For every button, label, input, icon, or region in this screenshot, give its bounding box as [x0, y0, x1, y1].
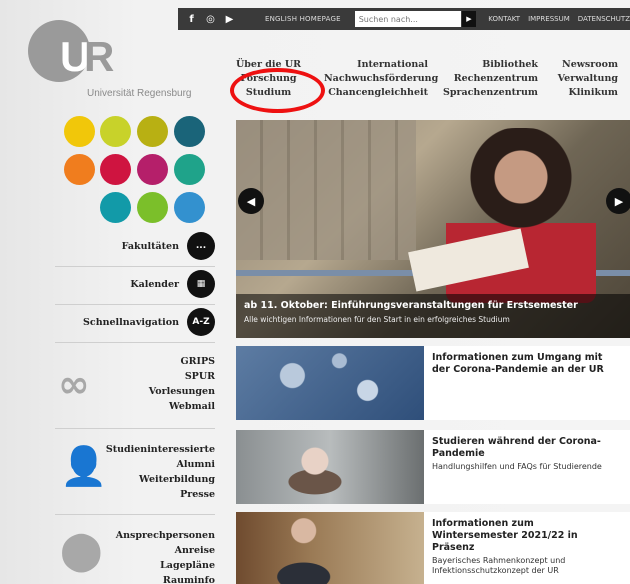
slider-next-button[interactable]: ▶: [606, 188, 630, 214]
location-pin-icon: ⬤: [60, 528, 103, 572]
lageplaene-link[interactable]: Lagepläne: [116, 558, 215, 573]
nav-rechenzentrum[interactable]: Rechenzentrum: [434, 72, 538, 86]
person-icon: 👤: [60, 444, 108, 488]
more-dots-icon: ...: [187, 232, 215, 260]
calendar-icon: ▦: [187, 270, 215, 298]
color-dot[interactable]: [174, 116, 205, 147]
studieninteressierte-link[interactable]: Studieninteressierte: [106, 442, 215, 457]
student-mask-image: [236, 430, 424, 504]
chevron-right-icon: ▶: [614, 194, 624, 208]
news-item[interactable]: Informationen zum Umgang mit der Corona-…: [236, 346, 630, 420]
news-text: Informationen zum Umgang mit der Corona-…: [424, 346, 630, 420]
nav-international[interactable]: International: [324, 58, 428, 72]
grips-link[interactable]: GRIPS: [149, 354, 215, 369]
color-dot[interactable]: [64, 116, 95, 147]
color-dot[interactable]: [137, 192, 168, 223]
news-title: Informationen zum Umgang mit der Corona-…: [432, 352, 604, 375]
social-links: f ◎ ▶: [184, 12, 237, 26]
color-dot[interactable]: [100, 154, 131, 185]
search-button[interactable]: ▶: [461, 11, 477, 27]
hero-building: [236, 120, 416, 260]
slider-prev-button[interactable]: ◀: [238, 188, 264, 214]
news-text: Studieren während der Corona-Pandemie Ha…: [424, 430, 630, 504]
search-input[interactable]: [354, 11, 461, 27]
fakultaeten-item[interactable]: Fakultäten ...: [55, 232, 215, 260]
hero-slider[interactable]: ◀ ▶ ab 11. Oktober: Einführungsveranstal…: [236, 120, 630, 338]
facebook-icon[interactable]: f: [184, 12, 199, 26]
hero-title: ab 11. Oktober: Einführungsveranstaltung…: [244, 300, 578, 311]
nav-verwaltung[interactable]: Verwaltung: [544, 72, 618, 86]
vorlesungen-link[interactable]: Vorlesungen: [149, 384, 215, 399]
kalender-item[interactable]: Kalender ▦: [55, 270, 215, 298]
speaker-image: [236, 512, 424, 584]
instagram-icon[interactable]: ◎: [203, 12, 218, 26]
nav-column-3: Bibliothek Rechenzentrum Sprachenzentrum: [434, 58, 538, 100]
schnellnavigation-label: Schnellnavigation: [83, 316, 179, 328]
audience-links: Studieninteressierte Alumni Weiterbildun…: [106, 442, 215, 502]
nav-sprachenzentrum[interactable]: Sprachenzentrum: [434, 86, 538, 100]
a-z-icon: A-Z: [187, 308, 215, 336]
anreise-link[interactable]: Anreise: [116, 543, 215, 558]
news-text: Informationen zum Wintersemester 2021/22…: [424, 512, 630, 584]
red-highlight-circle: [230, 68, 325, 113]
color-dot[interactable]: [174, 192, 205, 223]
tools-links: GRIPS SPUR Vorlesungen Webmail: [149, 354, 215, 414]
news-description: Handlungshilfen und FAQs für Studierende: [432, 462, 602, 471]
nav-column-4: Newsroom Verwaltung Klinikum: [544, 58, 618, 100]
divider: [55, 428, 215, 429]
impressum-link[interactable]: IMPRESSUM: [528, 15, 570, 23]
logo-text[interactable]: Universität Regensburg: [87, 88, 192, 99]
virus-image: [236, 346, 424, 420]
youtube-icon[interactable]: ▶: [222, 12, 237, 26]
top-bar: f ◎ ▶ ENGLISH HOMEPAGE ▶ KONTAKT IMPRESS…: [178, 8, 630, 30]
campus-links: Ansprechpersonen Anreise Lagepläne Raumi…: [116, 528, 215, 584]
hero-caption[interactable]: ab 11. Oktober: Einführungsveranstaltung…: [236, 294, 630, 338]
color-dot[interactable]: [137, 154, 168, 185]
weiterbildung-link[interactable]: Weiterbildung: [106, 472, 215, 487]
nav-column-2: International Nachwuchsförderung Chancen…: [324, 58, 438, 100]
presse-link[interactable]: Presse: [106, 487, 215, 502]
datenschutz-link[interactable]: DATENSCHUTZ: [578, 15, 630, 23]
news-title: Studieren während der Corona-Pandemie: [432, 436, 601, 459]
hero-subtitle: Alle wichtigen Informationen für den Sta…: [244, 315, 510, 324]
color-dot[interactable]: [174, 154, 205, 185]
nav-klinikum[interactable]: Klinikum: [544, 86, 618, 100]
news-description: Bayerisches Rahmenkonzept und Infektions…: [432, 556, 566, 575]
divider: [55, 266, 215, 267]
news-item[interactable]: Studieren während der Corona-Pandemie Ha…: [236, 430, 630, 504]
chevron-left-icon: ◀: [246, 194, 256, 208]
divider: [55, 514, 215, 515]
alumni-link[interactable]: Alumni: [106, 457, 215, 472]
webmail-link[interactable]: Webmail: [149, 399, 215, 414]
color-dot[interactable]: [100, 116, 131, 147]
color-dot[interactable]: [137, 116, 168, 147]
english-homepage-link[interactable]: ENGLISH HOMEPAGE: [265, 15, 341, 23]
nav-bibliothek[interactable]: Bibliothek: [434, 58, 538, 72]
color-dot[interactable]: [100, 192, 131, 223]
divider: [55, 304, 215, 305]
rauminfo-link[interactable]: Rauminfo: [116, 573, 215, 584]
spur-link[interactable]: SPUR: [149, 369, 215, 384]
kalender-label: Kalender: [130, 278, 179, 290]
color-dot[interactable]: [64, 154, 95, 185]
nav-chancengleichheit[interactable]: Chancengleichheit: [324, 86, 428, 100]
top-links: KONTAKT IMPRESSUM DATENSCHUTZ: [488, 15, 630, 23]
news-title: Informationen zum Wintersemester 2021/22…: [432, 518, 578, 553]
kontakt-link[interactable]: KONTAKT: [488, 15, 520, 23]
news-item[interactable]: Informationen zum Wintersemester 2021/22…: [236, 512, 630, 584]
play-arrow-icon: ▶: [466, 15, 472, 23]
logo-r: R: [84, 33, 115, 80]
link-chain-icon: ∞: [58, 362, 90, 406]
divider: [55, 342, 215, 343]
nav-nachwuchsfoerderung[interactable]: Nachwuchsförderung: [324, 72, 438, 86]
nav-newsroom[interactable]: Newsroom: [544, 58, 618, 72]
ansprechpersonen-link[interactable]: Ansprechpersonen: [116, 528, 215, 543]
fakultaeten-label: Fakultäten: [121, 240, 179, 252]
schnellnavigation-item[interactable]: Schnellnavigation A-Z: [55, 308, 215, 336]
